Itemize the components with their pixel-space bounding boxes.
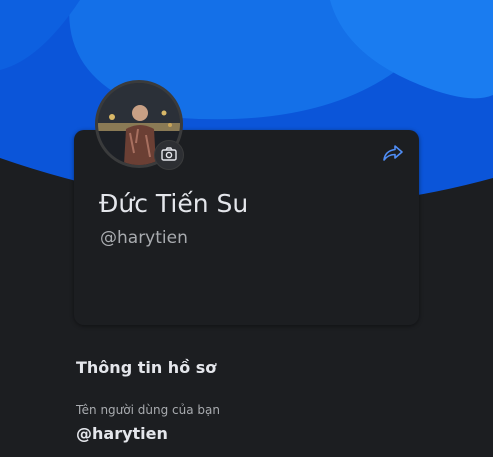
profile-info-heading: Thông tin hồ sơ: [76, 358, 217, 377]
profile-name: Đức Tiến Su: [99, 189, 249, 218]
share-profile-button[interactable]: [379, 141, 407, 169]
share-icon: [382, 144, 404, 166]
camera-icon: [161, 146, 177, 165]
profile-handle: @harytien: [100, 228, 188, 248]
username-label: Tên người dùng của bạn: [76, 403, 220, 417]
username-value: @harytien: [76, 424, 168, 443]
change-avatar-button[interactable]: [154, 140, 184, 170]
